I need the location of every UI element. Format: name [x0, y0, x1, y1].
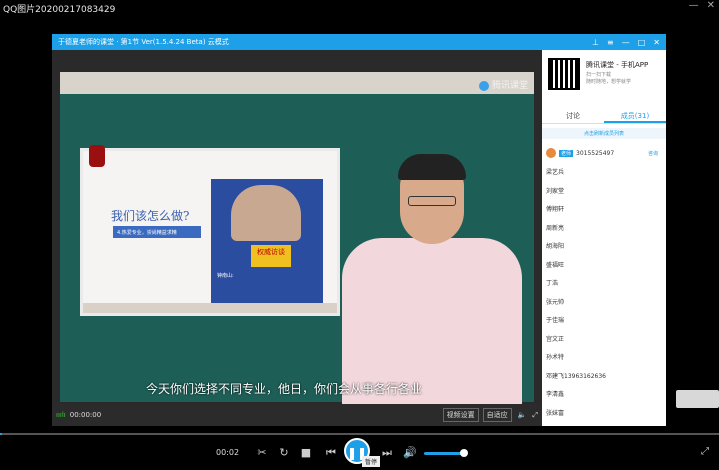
minimize-icon[interactable]: —: [622, 38, 630, 47]
teacher-hair: [398, 154, 466, 180]
list-item[interactable]: 傅翔轩: [546, 200, 664, 219]
rotate-icon[interactable]: ↻: [276, 444, 292, 462]
teacher-id: 3015525497: [576, 149, 615, 157]
progress-bar[interactable]: [0, 433, 719, 435]
refresh-members-link[interactable]: 点击刷新成员列表: [542, 128, 666, 139]
close-icon[interactable]: ✕: [653, 38, 660, 47]
fullscreen-button[interactable]: ⤢: [701, 446, 709, 457]
volume-icon[interactable]: 🔊: [402, 444, 418, 462]
list-item[interactable]: 丁浩: [546, 274, 664, 293]
menu-icon[interactable]: ≡: [607, 38, 614, 47]
close-button[interactable]: ✕: [707, 0, 715, 11]
watermark: 腾讯课堂: [478, 78, 528, 91]
app-desc-line1: 扫一扫下载: [586, 72, 612, 78]
viewer-title: QQ图片20200217083429: [3, 5, 116, 15]
consult-link[interactable]: 咨询: [648, 150, 658, 157]
volume-knob[interactable]: [460, 449, 468, 457]
classroom-bottombar: ııılı 00:00:00 视频设置 自适应 🔈 ⤢: [52, 404, 542, 426]
slide-poster: 权威访谈 钟南山:: [211, 179, 323, 307]
slide: 我们该怎么做? 4.热爱专业，崇尚精益求精 权威访谈 钟南山:: [80, 145, 340, 316]
tab-members[interactable]: 成员(31): [604, 106, 666, 123]
avatar: [546, 148, 556, 159]
list-item[interactable]: 刘家堂: [546, 181, 664, 200]
teacher-badge: 老师: [559, 149, 574, 157]
slide-footer: [83, 303, 337, 313]
list-item[interactable]: 张元帅: [546, 292, 664, 311]
maximize-icon[interactable]: □: [638, 38, 646, 47]
tencent-class-icon: [478, 80, 489, 91]
stop-icon[interactable]: ■: [298, 444, 314, 462]
previous-icon[interactable]: ⏮: [320, 444, 342, 462]
volume-slider[interactable]: [424, 452, 464, 455]
poster-text: 钟南山:: [217, 273, 234, 279]
mobile-app-desc: 扫一扫下载 随时随地，想学就学: [586, 72, 631, 86]
signal-icon: ııılı: [56, 411, 66, 419]
classroom-window: 于德夏老师的课堂 · 第1节 Ver(1.5.4.24 Beta) 云模式 ⊥ …: [52, 34, 666, 426]
floating-widget[interactable]: [676, 390, 719, 408]
classroom-titlebar: 于德夏老师的课堂 · 第1节 Ver(1.5.4.24 Beta) 云模式 ⊥ …: [52, 34, 666, 50]
slide-heading: 我们该怎么做?: [111, 209, 190, 223]
scissors-icon[interactable]: ✂: [254, 444, 270, 462]
list-item[interactable]: 周新亮: [546, 218, 664, 237]
mobile-app-name: 腾讯课堂 - 手机APP: [586, 61, 649, 69]
slide-subheading: 4.热爱专业，崇尚精益求精: [113, 226, 201, 238]
tab-discuss[interactable]: 讨论: [542, 106, 604, 123]
side-panel: 腾讯课堂 - 手机APP 扫一扫下载 随时随地，想学就学 讨论 成员(31) 点…: [542, 50, 666, 426]
poster-photo: [231, 185, 301, 241]
list-item[interactable]: 邓建飞13963162636: [546, 366, 664, 385]
list-item[interactable]: 张妹富: [546, 403, 664, 422]
list-item[interactable]: 梁艺兵: [546, 163, 664, 182]
adaptive-button[interactable]: 自适应: [482, 408, 512, 422]
list-item[interactable]: 宫文正: [546, 329, 664, 348]
school-logo: [89, 145, 105, 167]
pin-icon[interactable]: ⊥: [592, 38, 599, 47]
side-tabs: 讨论 成员(31): [542, 106, 666, 124]
list-item[interactable]: 李清鑫: [546, 385, 664, 404]
minimize-button[interactable]: —: [689, 0, 699, 11]
teacher-row[interactable]: 老师 3015525497 咨询: [546, 144, 664, 163]
viewer-window-controls: — ✕: [689, 0, 715, 11]
poster-tag: 权威访谈: [251, 245, 291, 267]
playback-time: 00:02: [216, 448, 240, 457]
video-settings-button[interactable]: 视频设置: [442, 408, 479, 422]
teacher-video: [342, 154, 522, 404]
video-subtitle: 今天你们选择不同专业，他日，你们会从事各行各业: [146, 382, 423, 396]
list-item[interactable]: 于佳瑞: [546, 311, 664, 330]
list-item[interactable]: 胡海阳: [546, 237, 664, 256]
class-time: 00:00:00: [69, 411, 102, 419]
video-area[interactable]: 腾讯课堂 我们该怎么做? 4.热爱专业，崇尚精益求精 权威访谈 钟南山: 今天你…: [52, 50, 542, 404]
watermark-text: 腾讯课堂: [491, 81, 528, 91]
progress-fill: [0, 433, 2, 435]
app-desc-line2: 随时随地，想学就学: [586, 79, 632, 85]
member-list: 老师 3015525497 咨询 梁艺兵 刘家堂 傅翔轩 周新亮 胡海阳 盛福旺…: [546, 144, 664, 422]
next-icon[interactable]: ⏭: [376, 444, 398, 462]
qr-code: [548, 58, 580, 90]
list-item[interactable]: 盛福旺: [546, 255, 664, 274]
player-controls: 00:02 ✂ ↻ ■ ⏮ ❚❚ 暂停 ⏭ 🔊 ⤢: [0, 438, 719, 470]
fullscreen-icon[interactable]: ⤢: [532, 411, 538, 420]
board-top-strip: [60, 72, 534, 94]
list-item[interactable]: 孙术特: [546, 348, 664, 367]
classroom-title: 于德夏老师的课堂 · 第1节 Ver(1.5.4.24 Beta) 云模式: [58, 38, 229, 46]
volume-icon[interactable]: 🔈: [518, 411, 527, 419]
teacher-glasses: [408, 196, 456, 206]
